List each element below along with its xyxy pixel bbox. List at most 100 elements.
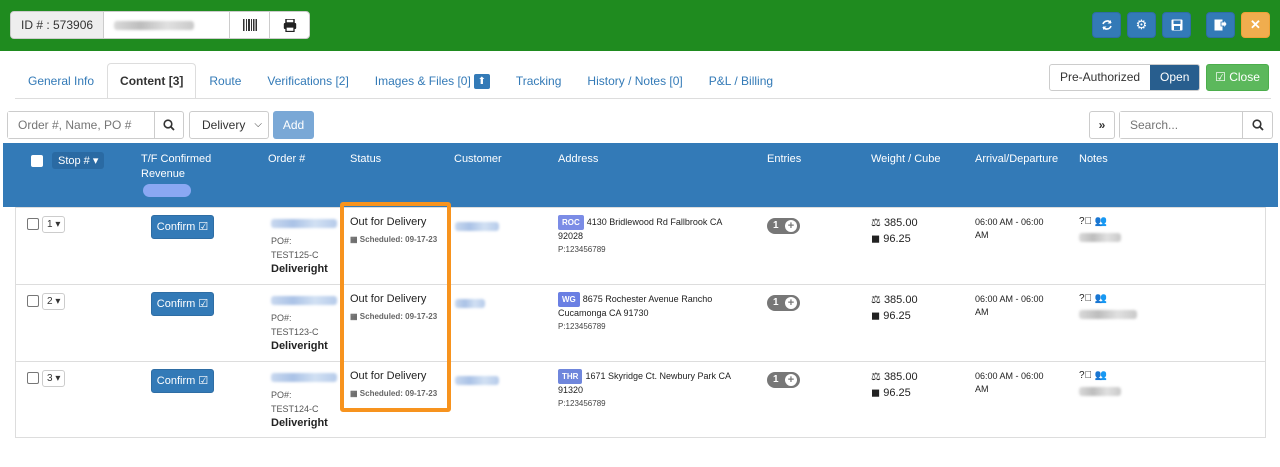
tab-images-files[interactable]: Images & Files [0] ⬆	[362, 63, 503, 99]
plus-circle-icon: +	[785, 220, 797, 232]
cube-text: 96.25	[883, 233, 911, 245]
cube-value: ◼ 96.25	[871, 232, 911, 245]
entries-badge[interactable]: 1 +	[767, 295, 800, 311]
row-checkbox[interactable]	[27, 218, 39, 230]
notes-cell: ?⃝ 👥	[1079, 370, 1121, 396]
cube-icon: ◼	[871, 387, 881, 399]
tab-verifications[interactable]: Verifications [2]	[254, 63, 361, 99]
notes-cell: ?⃝ 👥	[1079, 293, 1137, 319]
close-window-button[interactable]: ✕	[1241, 12, 1270, 38]
order-number[interactable]	[271, 217, 337, 229]
select-all-checkbox[interactable]	[31, 155, 43, 167]
po-label: PO#:	[271, 313, 292, 323]
add-button[interactable]: Add	[273, 111, 314, 139]
arrival-departure-time: 06:00 AM - 06:00 AM	[975, 294, 1044, 317]
save-button[interactable]	[1162, 12, 1191, 38]
tab-content[interactable]: Content [3]	[107, 63, 197, 99]
pre-authorized-option[interactable]: Pre-Authorized	[1050, 65, 1150, 90]
table-search-button[interactable]	[1242, 112, 1272, 138]
tab-history-notes[interactable]: History / Notes [0]	[574, 63, 695, 99]
order-search-input[interactable]	[8, 112, 154, 138]
upload-icon[interactable]: ⬆	[473, 74, 490, 90]
order-id-label: ID # : 573906	[11, 12, 105, 38]
scheduled-date: ▦ Scheduled: 09-17-23	[350, 389, 437, 398]
stop-number: 1	[47, 219, 53, 230]
scheduled-date-text: Scheduled: 09-17-23	[359, 312, 438, 321]
po-label: PO#:	[271, 390, 292, 400]
row-checkbox[interactable]	[27, 295, 39, 307]
order-number[interactable]	[271, 371, 337, 383]
scheduled-date: ▦ Scheduled: 09-17-23	[350, 235, 437, 244]
tab-general-info[interactable]: General Info	[15, 63, 107, 99]
stop-header: Stop #	[58, 155, 90, 167]
weight-cube-header: Weight / Cube	[871, 153, 941, 165]
cube-value: ◼ 96.25	[871, 386, 911, 399]
confirm-label: Confirm	[156, 221, 196, 233]
table-row: 1 ▾ Confirm ☑ PO#: TEST125-C Deliveright…	[15, 207, 1266, 285]
stop-number-select[interactable]: 2 ▾	[42, 293, 65, 310]
entries-badge[interactable]: 1 +	[767, 372, 800, 388]
weight-text: 385.00	[883, 371, 918, 383]
close-order-button[interactable]: ☑ Close	[1206, 64, 1269, 91]
users-icon[interactable]: 👥	[1095, 370, 1107, 381]
open-option[interactable]: Open	[1150, 65, 1200, 90]
users-icon[interactable]: 👥	[1095, 216, 1107, 227]
table-search-input[interactable]	[1120, 112, 1242, 138]
settings-button[interactable]: ⚙	[1127, 12, 1156, 38]
po-value: TEST125-C	[271, 250, 319, 260]
refresh-button[interactable]	[1092, 12, 1121, 38]
tab-tracking[interactable]: Tracking	[503, 63, 575, 99]
calendar-icon: ▦	[350, 235, 358, 244]
cube-value: ◼ 96.25	[871, 309, 911, 322]
barcode-button[interactable]	[229, 12, 269, 38]
collapse-button[interactable]: »	[1089, 111, 1115, 139]
double-chevron-down-icon: »	[1098, 118, 1106, 132]
save-exit-button[interactable]	[1206, 12, 1235, 38]
address-header: Address	[558, 153, 599, 165]
row-checkbox[interactable]	[27, 372, 39, 384]
tab-pl-billing[interactable]: P&L / Billing	[696, 63, 786, 99]
stop-number-select[interactable]: 1 ▾	[42, 216, 65, 233]
cube-icon: ◼	[871, 310, 881, 322]
stop-number: 3	[47, 373, 53, 384]
customer-header: Customer	[454, 153, 502, 165]
confirm-button[interactable]: Confirm ☑	[151, 292, 214, 316]
question-circle-icon[interactable]: ?⃝	[1079, 216, 1092, 227]
delivery-type-value: Delivery	[202, 118, 246, 132]
question-circle-icon[interactable]: ?⃝	[1079, 370, 1092, 381]
customer-name[interactable]	[455, 220, 499, 232]
confirm-button[interactable]: Confirm ☑	[151, 369, 214, 393]
status-header: Status	[350, 153, 382, 165]
entries-badge[interactable]: 1 +	[767, 218, 800, 234]
top-toolbar: ID # : 573906 ⚙ ✕	[0, 0, 1280, 51]
stop-number-select[interactable]: 3 ▾	[42, 370, 65, 387]
stop-sort-dropdown[interactable]: Stop # ▾	[52, 152, 105, 169]
zone-badge: ROC	[558, 215, 584, 230]
order-id-group: ID # : 573906	[10, 11, 311, 39]
weight-text: 385.00	[883, 294, 918, 306]
tab-route[interactable]: Route	[196, 63, 254, 99]
order-name-field[interactable]	[104, 12, 229, 38]
weight-value: ⚖ 385.00	[871, 370, 918, 383]
order-search-button[interactable]	[154, 112, 183, 138]
order-status: Out for Delivery	[350, 216, 427, 228]
phone-number: P:123456789	[558, 322, 606, 331]
check-square-icon: ☑	[198, 298, 209, 310]
confirm-label: Confirm	[156, 298, 196, 310]
notes-header: Notes	[1079, 153, 1108, 165]
order-number[interactable]	[271, 294, 337, 306]
scale-icon: ⚖	[871, 294, 881, 306]
entries-count: 1	[773, 297, 779, 308]
confirm-button[interactable]: Confirm ☑	[151, 215, 214, 239]
order-status: Out for Delivery	[350, 293, 427, 305]
question-circle-icon[interactable]: ?⃝	[1079, 293, 1092, 304]
customer-name[interactable]	[455, 374, 499, 386]
zone-badge: THR	[558, 369, 583, 384]
order-search-group	[7, 111, 184, 139]
users-icon[interactable]: 👥	[1095, 293, 1107, 304]
print-button[interactable]	[269, 12, 309, 38]
customer-name[interactable]	[455, 297, 485, 309]
delivery-type-select[interactable]: Delivery ⌵	[189, 111, 269, 139]
close-icon: ✕	[1250, 17, 1261, 32]
po-value: TEST123-C	[271, 327, 319, 337]
